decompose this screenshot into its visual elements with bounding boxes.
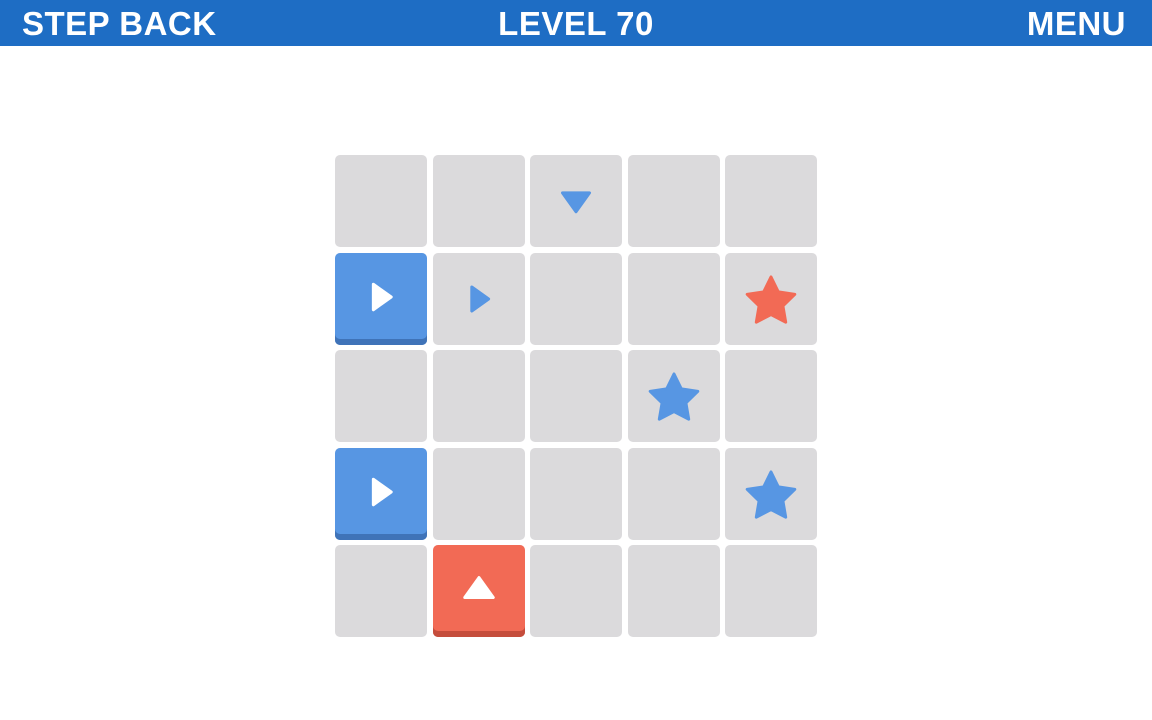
board-cell (530, 350, 622, 442)
blue-star-icon (745, 470, 797, 519)
board-cell (725, 545, 817, 637)
board-cell (530, 448, 622, 540)
board-cell (335, 155, 427, 247)
board-cell (530, 253, 622, 345)
arrow-right-icon (371, 477, 393, 507)
board-cell (725, 155, 817, 247)
arrow-right-icon (371, 282, 393, 312)
board-cell (628, 545, 720, 637)
star-marker (725, 253, 817, 345)
arrow-right-icon (470, 285, 491, 313)
arrow-marker (433, 253, 525, 345)
board-cell (335, 350, 427, 442)
arrow-down-icon (561, 191, 591, 214)
menu-button[interactable]: MENU (1027, 0, 1126, 46)
board-cell (433, 448, 525, 540)
board-cell (335, 545, 427, 637)
blue-piece-right[interactable] (335, 448, 427, 540)
board-cell (433, 350, 525, 442)
board-cell (725, 350, 817, 442)
top-bar: LEVEL 70 STEP BACK MENU (0, 0, 1152, 46)
board-cell (530, 545, 622, 637)
board-cell (628, 155, 720, 247)
blue-piece-right[interactable] (335, 253, 427, 345)
star-marker (628, 350, 720, 442)
red-star-icon (745, 275, 797, 324)
star-marker (725, 448, 817, 540)
board-cell (628, 448, 720, 540)
game-board (335, 155, 817, 637)
step-back-button[interactable]: STEP BACK (22, 0, 217, 46)
blue-star-icon (648, 372, 700, 421)
board-cell (433, 155, 525, 247)
red-piece-up[interactable] (433, 545, 525, 637)
arrow-up-icon (463, 576, 495, 600)
board-cell (628, 253, 720, 345)
arrow-marker (530, 155, 622, 247)
